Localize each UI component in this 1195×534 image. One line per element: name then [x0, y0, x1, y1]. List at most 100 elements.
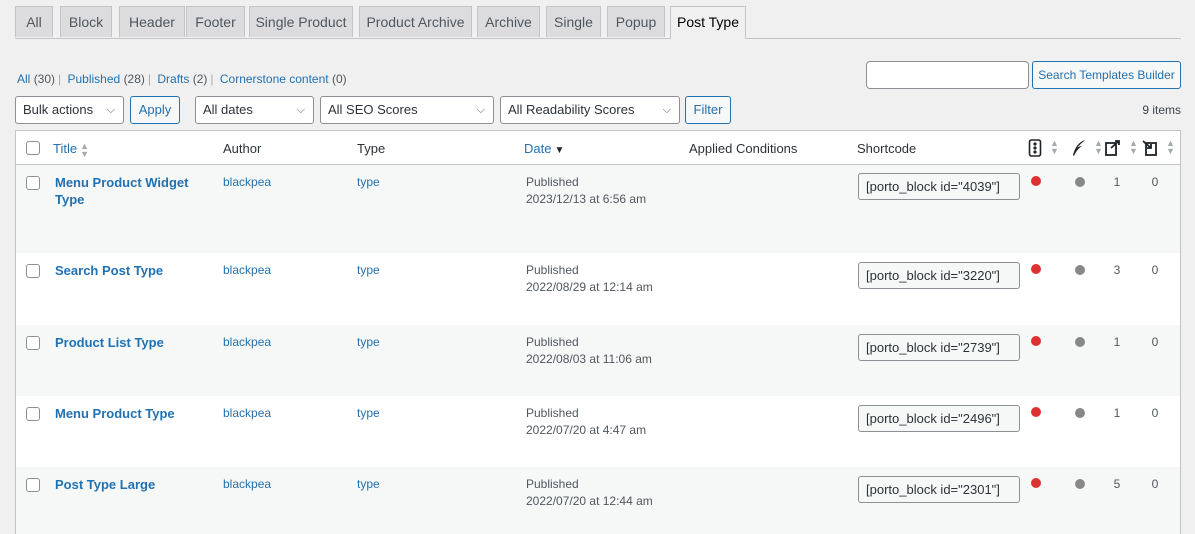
- author-link[interactable]: blackpea: [223, 406, 271, 420]
- date-filter-select[interactable]: All dates ⌵: [195, 96, 314, 124]
- search-input[interactable]: [866, 61, 1029, 89]
- post-title-link[interactable]: Search Post Type: [55, 262, 195, 279]
- table-row: Search Post Type blackpea type Published…: [16, 253, 1180, 325]
- seo-score-value: All SEO Scores: [328, 102, 418, 117]
- tab-archive[interactable]: Archive: [477, 6, 540, 37]
- readability-score-select[interactable]: All Readability Scores ⌵: [500, 96, 680, 124]
- select-all-checkbox[interactable]: [26, 141, 40, 155]
- shortcode-field[interactable]: [porto_block id="4039"]: [858, 173, 1020, 200]
- sort-arrows-icon: ▲ ▼: [1094, 138, 1103, 156]
- readability-score-dot: [1075, 408, 1085, 418]
- outgoing-links-icon[interactable]: [1104, 139, 1122, 157]
- column-author: Author: [223, 141, 262, 156]
- post-status: Published: [526, 175, 579, 189]
- row-checkbox[interactable]: [26, 336, 40, 350]
- tab-block[interactable]: Block: [60, 6, 112, 37]
- seo-score-dot: [1031, 407, 1041, 417]
- shortcode-field[interactable]: [porto_block id="2301"]: [858, 476, 1020, 503]
- shortcode-field[interactable]: [porto_block id="2496"]: [858, 405, 1020, 432]
- chevron-down-icon: ⌵: [662, 104, 671, 116]
- type-link[interactable]: type: [357, 263, 380, 277]
- outgoing-links-count: 1: [1113, 335, 1121, 349]
- tab-single-product[interactable]: Single Product: [249, 6, 353, 37]
- tab-post-type[interactable]: Post Type: [670, 6, 746, 39]
- incoming-links-count: 0: [1151, 406, 1159, 420]
- post-title-link[interactable]: Post Type Large: [55, 476, 195, 493]
- apply-button[interactable]: Apply: [130, 96, 180, 124]
- post-title-link[interactable]: Product List Type: [55, 334, 195, 351]
- view-published-link[interactable]: Published: [68, 72, 121, 86]
- tab-single[interactable]: Single: [546, 6, 601, 37]
- post-title-link[interactable]: Menu Product Type: [55, 405, 195, 422]
- author-link[interactable]: blackpea: [223, 335, 271, 349]
- incoming-links-icon[interactable]: [1141, 139, 1159, 157]
- items-count: 9 items: [1142, 103, 1181, 117]
- traffic-light-icon[interactable]: [1028, 139, 1042, 157]
- author-link[interactable]: blackpea: [223, 175, 271, 189]
- post-status: Published: [526, 335, 579, 349]
- column-applied-conditions: Applied Conditions: [689, 141, 798, 156]
- sort-arrows-icon: ▲ ▼: [80, 140, 89, 159]
- seo-score-dot: [1031, 336, 1041, 346]
- outgoing-links-count: 1: [1113, 175, 1121, 189]
- tab-all[interactable]: All: [15, 6, 53, 37]
- view-published-count: (28): [123, 72, 145, 86]
- incoming-links-count: 0: [1151, 477, 1159, 491]
- post-status-views: All (30) | Published (28) | Drafts (2) | Co…: [17, 72, 347, 86]
- post-status: Published: [526, 477, 579, 491]
- seo-score-dot: [1031, 176, 1041, 186]
- column-date[interactable]: Date ▼: [524, 141, 564, 156]
- column-title[interactable]: Title ▲ ▼: [53, 141, 89, 158]
- row-checkbox[interactable]: [26, 407, 40, 421]
- author-link[interactable]: blackpea: [223, 263, 271, 277]
- seo-score-dot: [1031, 264, 1041, 274]
- post-date-value: 2022/07/20 at 12:44 am: [526, 494, 653, 508]
- post-title-link[interactable]: Menu Product Widget Type: [55, 174, 195, 208]
- author-link[interactable]: blackpea: [223, 477, 271, 491]
- bulk-actions-select[interactable]: Bulk actions ⌵: [15, 96, 124, 124]
- readability-score-dot: [1075, 337, 1085, 347]
- post-date: Published 2023/12/13 at 6:56 am: [526, 174, 646, 208]
- table-row: Post Type Large blackpea type Published 2…: [16, 467, 1180, 534]
- shortcode-field[interactable]: [porto_block id="2739"]: [858, 334, 1020, 361]
- type-link[interactable]: type: [357, 406, 380, 420]
- view-cornerstone-link[interactable]: Cornerstone content: [220, 72, 329, 86]
- type-link[interactable]: type: [357, 335, 380, 349]
- row-checkbox[interactable]: [26, 478, 40, 492]
- type-link[interactable]: type: [357, 477, 380, 491]
- incoming-links-count: 0: [1151, 263, 1159, 277]
- post-date-value: 2022/07/20 at 4:47 am: [526, 423, 647, 437]
- sort-arrows-icon: ▲ ▼: [1129, 138, 1138, 156]
- post-date: Published 2022/08/03 at 11:06 am: [526, 334, 652, 368]
- row-checkbox[interactable]: [26, 264, 40, 278]
- seo-score-select[interactable]: All SEO Scores ⌵: [320, 96, 494, 124]
- sort-arrows-icon: ▲ ▼: [1050, 138, 1059, 156]
- tab-footer[interactable]: Footer: [186, 6, 245, 37]
- chevron-down-icon: ⌵: [476, 104, 485, 116]
- post-status: Published: [526, 263, 579, 277]
- shortcode-field[interactable]: [porto_block id="3220"]: [858, 262, 1020, 289]
- readability-score-dot: [1075, 265, 1085, 275]
- filter-button[interactable]: Filter: [685, 96, 731, 124]
- post-date-value: 2022/08/03 at 11:06 am: [526, 352, 652, 366]
- post-date: Published 2022/08/29 at 12:14 am: [526, 262, 653, 296]
- column-date-label: Date: [524, 141, 552, 156]
- view-drafts-link[interactable]: Drafts: [157, 72, 189, 86]
- quill-icon[interactable]: [1071, 139, 1087, 157]
- tab-header[interactable]: Header: [119, 6, 185, 37]
- table-header: Title ▲ ▼ Author Type Date ▼ Applied Condit…: [16, 131, 1180, 165]
- date-filter-value: All dates: [203, 102, 253, 117]
- row-checkbox[interactable]: [26, 176, 40, 190]
- chevron-down-icon: ⌵: [296, 104, 305, 116]
- readability-score-dot: [1075, 479, 1085, 489]
- view-all-link[interactable]: All: [17, 72, 30, 86]
- search-templates-button[interactable]: Search Templates Builder: [1032, 61, 1181, 89]
- type-link[interactable]: type: [357, 175, 380, 189]
- outgoing-links-count: 3: [1113, 263, 1121, 277]
- outgoing-links-count: 1: [1113, 406, 1121, 420]
- column-type: Type: [357, 141, 386, 156]
- tab-product-archive[interactable]: Product Archive: [359, 6, 472, 37]
- tab-popup[interactable]: Popup: [607, 6, 665, 37]
- column-title-label: Title: [53, 141, 78, 156]
- post-date-value: 2023/12/13 at 6:56 am: [526, 192, 647, 206]
